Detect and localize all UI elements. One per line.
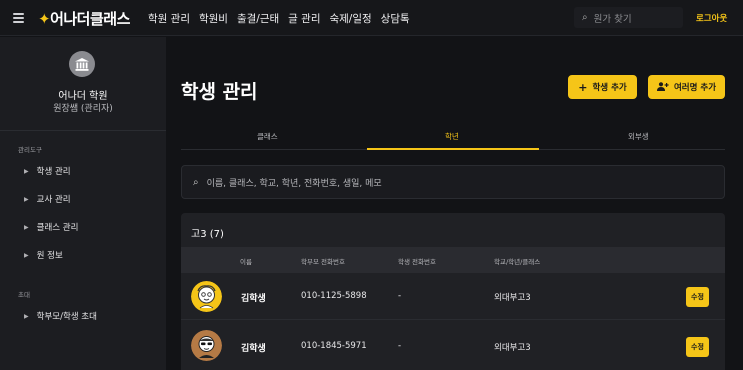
top-search-placeholder: 원가 찾기: [593, 13, 632, 25]
add-student-button[interactable]: + 학생 추가: [568, 75, 637, 99]
tab-grade[interactable]: 학년: [445, 131, 459, 142]
add-users-icon: [656, 81, 669, 94]
sidebar: 어나더 학원 원장쌤 (관리자) 관리도구 ▶ 학생 관리 ▶ 교사 관리 ▶ 클래스…: [0, 37, 166, 370]
student-search-placeholder: 이름, 클래스, 학교, 학년, 전화번호, 생일, 메모: [206, 178, 382, 189]
student-phone: -: [398, 341, 402, 351]
top-search-input[interactable]: ⌕ 원가 찾기: [574, 7, 683, 28]
logout-button[interactable]: 로그아웃: [696, 12, 727, 24]
col-name: 이름: [240, 258, 252, 266]
col-parent-phone: 학부모 전화번호: [301, 258, 345, 266]
nav-attendance[interactable]: 출결/근태: [237, 11, 279, 26]
student-search-input[interactable]: ⌕ 이름, 클래스, 학교, 학년, 전화번호, 생일, 메모: [181, 165, 725, 199]
parent-phone: 010-1125-5898: [301, 291, 367, 301]
table-row[interactable]: 김학생 010-1845-5971 - 외대부고3 수정: [181, 321, 725, 368]
group-title: 고3 (7): [191, 229, 224, 240]
parent-phone: 010-1845-5971: [301, 341, 367, 351]
edit-button[interactable]: 수정: [686, 337, 709, 357]
sidebar-item-students[interactable]: ▶ 학생 관리: [24, 165, 71, 177]
active-tab-indicator: [367, 148, 539, 150]
edit-button[interactable]: 수정: [686, 287, 709, 307]
academy-icon: [69, 51, 95, 77]
sidebar-item-classes[interactable]: ▶ 클래스 관리: [24, 221, 78, 233]
nav-homework[interactable]: 숙제/일정: [329, 11, 371, 26]
top-bar: ✦어나더클래스 학원 관리 학원비 출결/근태 글 관리 숙제/일정 상담톡 ⌕…: [0, 0, 743, 36]
add-multiple-button[interactable]: 여러명 추가: [648, 75, 725, 99]
chevron-right-icon: ▶: [24, 252, 29, 259]
sidebar-item-invite[interactable]: ▶ 학부모/학생 초대: [24, 310, 97, 322]
student-phone: -: [398, 291, 402, 301]
student-avatar: [191, 281, 222, 312]
table-row[interactable]: 김학생 010-1125-5898 - 외대부고3 수정: [181, 273, 725, 320]
tab-class[interactable]: 클래스: [257, 131, 278, 142]
table-header: 이름 학부모 전화번호 학생 전화번호 학교/학년/클래스: [181, 247, 725, 273]
user-role: 원장쌤 (관리자): [53, 104, 113, 114]
chevron-right-icon: ▶: [24, 313, 29, 320]
student-name: 김학생: [241, 344, 266, 354]
chevron-right-icon: ▶: [24, 168, 29, 175]
app-logo[interactable]: ✦어나더클래스: [38, 8, 130, 29]
student-avatar: [191, 330, 222, 361]
menu-icon[interactable]: [13, 13, 24, 23]
section-invite-label: 초대: [18, 291, 30, 299]
plus-icon: +: [578, 80, 588, 94]
page-title: 학생 관리: [181, 81, 258, 103]
tab-bar: 클래스 학년 외부생: [181, 126, 725, 150]
search-icon: ⌕: [193, 176, 199, 188]
academy-name: 어나더 학원: [58, 91, 108, 102]
search-icon: ⌕: [582, 12, 588, 23]
sidebar-item-info[interactable]: ▶ 원 정보: [24, 249, 63, 261]
chevron-right-icon: ▶: [24, 196, 29, 203]
nav-academy[interactable]: 학원 관리: [148, 11, 190, 26]
section-tools-label: 관리도구: [18, 146, 42, 154]
col-student-phone: 학생 전화번호: [398, 258, 436, 266]
school-grade-class: 외대부고3: [494, 343, 531, 353]
col-school: 학교/학년/클래스: [494, 258, 541, 266]
grade-group-panel: 고3 (7) 이름 학부모 전화번호 학생 전화번호 학교/학년/클래스 김학생…: [181, 213, 725, 370]
chevron-right-icon: ▶: [24, 224, 29, 231]
logo-text: 어나더클래스: [50, 10, 130, 28]
tab-external[interactable]: 외부생: [628, 131, 649, 142]
nav-posts[interactable]: 글 관리: [288, 11, 320, 26]
main-nav: 학원 관리 학원비 출결/근태 글 관리 숙제/일정 상담톡: [148, 11, 419, 26]
nav-consult[interactable]: 상담톡: [381, 11, 410, 26]
sidebar-item-teachers[interactable]: ▶ 교사 관리: [24, 193, 71, 205]
nav-tuition[interactable]: 학원비: [199, 11, 228, 26]
school-grade-class: 외대부고3: [494, 293, 531, 303]
student-name: 김학생: [241, 294, 266, 304]
